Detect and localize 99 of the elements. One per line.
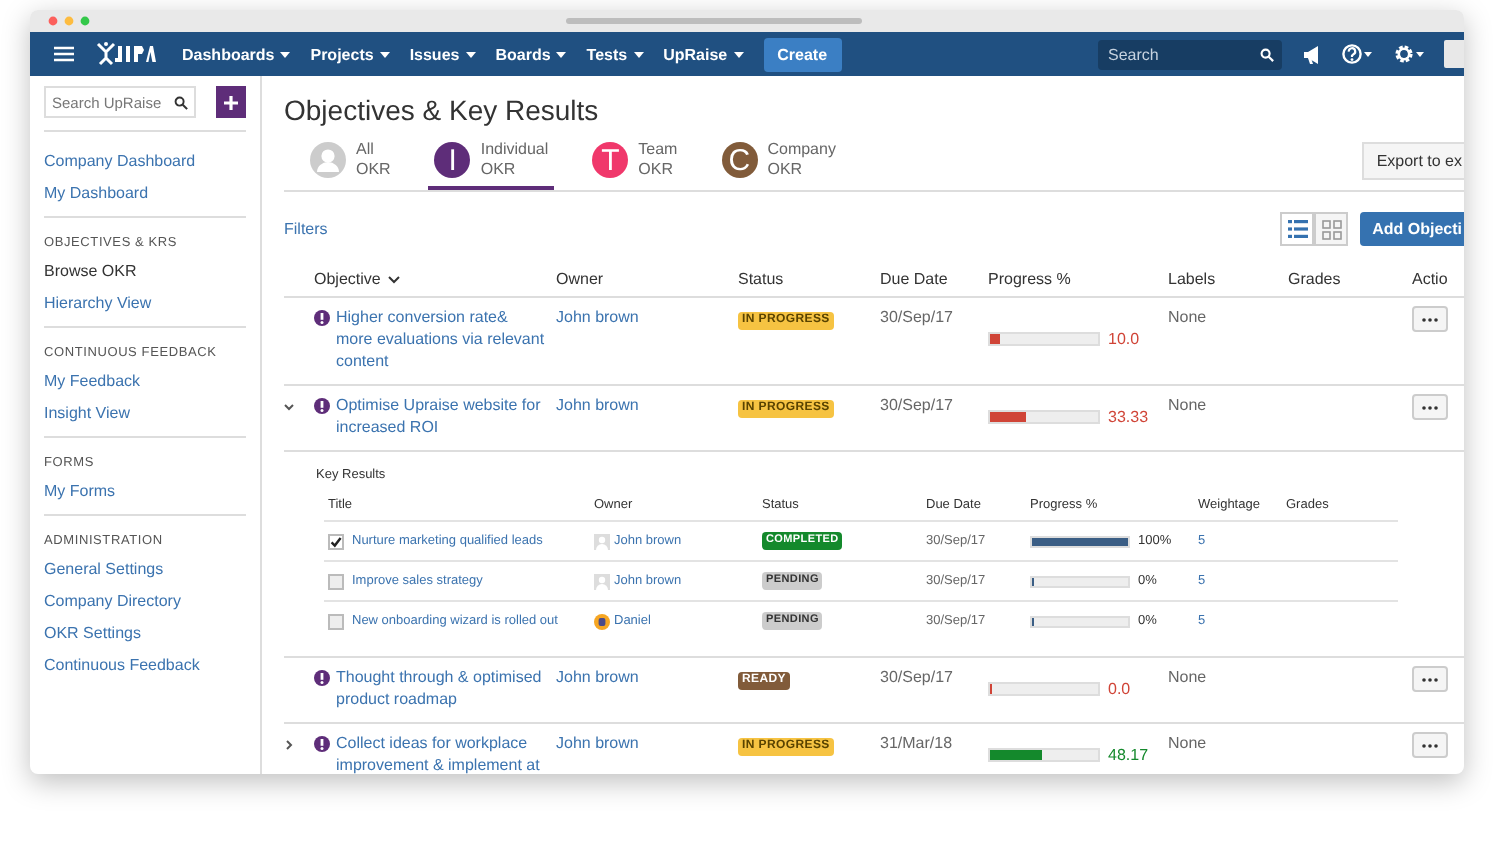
column-header: Progress % — [988, 270, 1071, 288]
more-actions-button[interactable] — [1412, 306, 1448, 332]
user-avatar-icon — [594, 533, 610, 549]
column-header: Owner — [556, 270, 604, 288]
column-header: Grades — [1288, 270, 1341, 288]
labels-value: None — [1168, 732, 1209, 756]
nav-menu[interactable]: Projects — [302, 45, 398, 63]
caret-icon — [733, 51, 744, 57]
list-view-button[interactable] — [1280, 212, 1315, 246]
caret-icon — [280, 51, 291, 57]
sidebar-item[interactable]: My Dashboard — [44, 182, 246, 204]
nav-menu[interactable]: Boards — [487, 45, 575, 63]
objective-link[interactable]: Collect ideas for workplace improvement & implement at — [336, 732, 548, 774]
menu-icon[interactable] — [54, 46, 74, 62]
labels-value: None — [1168, 306, 1209, 330]
progress-value: 0.0 — [1108, 677, 1131, 699]
due-date: 30/Sep/17 — [880, 394, 955, 418]
due-date: 30/Sep/17 — [880, 666, 955, 690]
column-header: Status — [738, 270, 784, 288]
column-header[interactable]: Objective — [314, 270, 381, 288]
sidebar-item[interactable]: My Forms — [44, 480, 246, 502]
objective-link[interactable]: Optimise Upraise website for increased ROI — [336, 394, 548, 438]
owner-link[interactable]: John brown — [556, 734, 639, 752]
list-icon — [1287, 220, 1308, 238]
checkmark-icon — [330, 535, 342, 547]
search-icon — [174, 95, 188, 109]
exclamation-icon — [314, 397, 330, 413]
due-date: 31/Mar/18 — [880, 732, 955, 756]
user-avatar-icon — [594, 573, 610, 589]
more-actions-button[interactable] — [1412, 394, 1448, 420]
okr-tab[interactable]: All OKR — [304, 140, 397, 190]
owner-link[interactable]: John brown — [556, 396, 639, 414]
logo-icon[interactable] — [96, 42, 156, 66]
sort-caret-icon[interactable] — [388, 275, 401, 283]
sidebar-item[interactable]: General Settings — [44, 558, 246, 580]
plus-icon — [224, 95, 238, 109]
okr-tab[interactable]: I Individual OKR — [428, 140, 555, 190]
filters-link[interactable]: Filters — [284, 220, 328, 238]
sidebar-item[interactable]: Insight View — [44, 402, 246, 424]
tab-label: Company OKR — [767, 140, 836, 180]
nav-menu[interactable]: Dashboards — [174, 45, 299, 63]
user-avatar-icon — [594, 613, 610, 629]
sidebar-item[interactable]: Company Dashboard — [44, 150, 246, 172]
column-header: Actio — [1412, 270, 1448, 288]
exclamation-icon — [314, 309, 330, 325]
sidebar-item[interactable]: My Feedback — [44, 370, 246, 392]
caret-icon — [465, 51, 476, 57]
tab-label: Individual OKR — [480, 140, 549, 180]
more-actions-button[interactable] — [1412, 732, 1448, 758]
sidebar-item[interactable]: OKR Settings — [44, 622, 246, 644]
chevron-down-icon[interactable] — [284, 402, 294, 412]
column-header: Due Date — [880, 270, 948, 288]
objective-link[interactable]: Thought through & optimised product roadmap — [336, 666, 548, 710]
exclamation-icon — [314, 735, 330, 751]
add-button[interactable] — [216, 86, 246, 118]
caret-icon — [633, 51, 644, 57]
caret-icon — [379, 51, 390, 57]
exclamation-icon — [314, 669, 330, 685]
help-icon[interactable] — [1342, 44, 1374, 64]
checkbox[interactable] — [328, 573, 344, 589]
tab-avatar: C — [721, 142, 758, 178]
search-field[interactable]: Search — [1098, 39, 1282, 69]
more-actions-button[interactable] — [1412, 666, 1448, 692]
column-header: Labels — [1168, 270, 1216, 288]
okr-tab[interactable]: T Team OKR — [586, 140, 684, 190]
checkbox[interactable] — [328, 613, 344, 629]
sidebar-item[interactable]: Browse OKR — [44, 260, 246, 282]
owner-link[interactable]: John brown — [556, 668, 639, 686]
chevron-right-icon[interactable] — [284, 740, 294, 750]
owner-link[interactable]: John brown — [556, 308, 639, 326]
export-button[interactable]: Export to ex — [1362, 142, 1464, 180]
settings-icon[interactable] — [1394, 44, 1426, 64]
sidebar-item[interactable]: Company Directory — [44, 590, 246, 612]
progress-value: 33.33 — [1108, 405, 1149, 427]
labels-value: None — [1168, 666, 1209, 690]
sidebar-item[interactable]: Continuous Feedback — [44, 654, 246, 676]
progress-value: 48.17 — [1108, 743, 1149, 765]
tab-avatar: T — [592, 142, 629, 178]
tab-label: All OKR — [356, 140, 391, 180]
checkbox[interactable] — [328, 533, 344, 549]
grid-icon — [1321, 219, 1342, 239]
add-objective-button[interactable]: Add Objecti — [1360, 212, 1464, 246]
create-button[interactable]: Create — [763, 37, 842, 71]
caret-icon — [556, 51, 567, 57]
tab-label: Team OKR — [638, 140, 678, 180]
objective-link[interactable]: Higher conversion rate& more evaluations via relevant content — [336, 306, 548, 372]
nav-menu[interactable]: UpRaise — [655, 45, 752, 63]
user-avatar-icon — [310, 142, 346, 178]
labels-value: None — [1168, 394, 1209, 418]
nav-menu[interactable]: Tests — [578, 45, 652, 63]
okr-tab[interactable]: C Company OKR — [715, 140, 842, 190]
sidebar-item[interactable]: Hierarchy View — [44, 292, 246, 314]
progress-value: 10.0 — [1108, 328, 1140, 350]
megaphone-icon[interactable] — [1302, 45, 1322, 63]
due-date: 30/Sep/17 — [880, 306, 955, 330]
page-title: Objectives & Key Results — [284, 94, 601, 126]
tab-avatar: I — [434, 142, 471, 178]
nav-menu[interactable]: Issues — [401, 45, 484, 63]
search-icon — [1260, 47, 1274, 61]
